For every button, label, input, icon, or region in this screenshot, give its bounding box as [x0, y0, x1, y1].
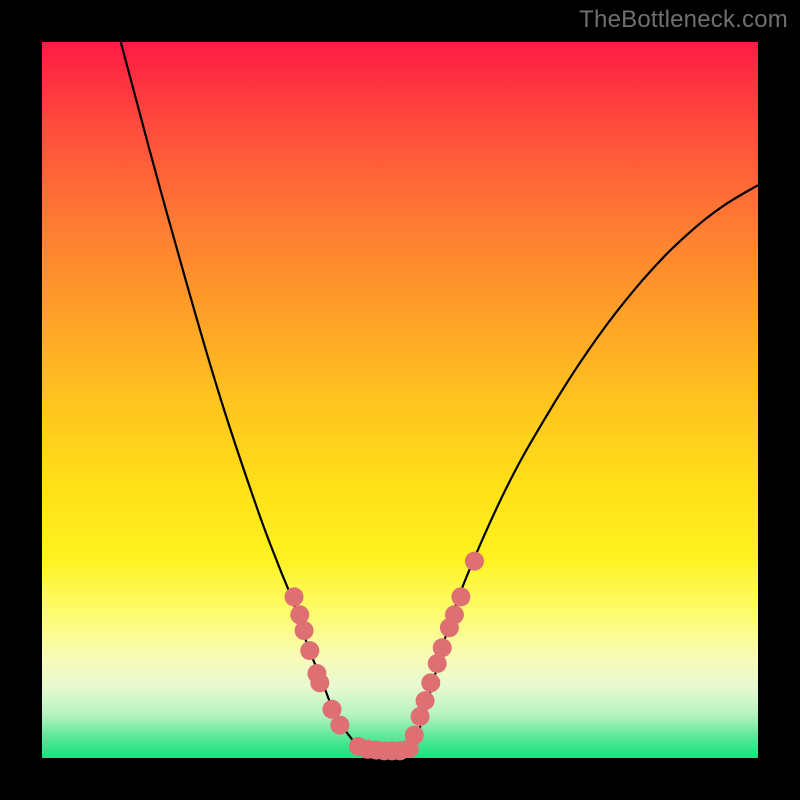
- data-dot: [310, 673, 329, 692]
- data-dot: [300, 641, 319, 660]
- data-dot: [451, 587, 470, 606]
- bottleneck-curve-svg: [42, 42, 758, 758]
- chart-frame: TheBottleneck.com: [0, 0, 800, 800]
- data-dot: [433, 638, 452, 657]
- data-dot: [445, 605, 464, 624]
- data-dot: [465, 552, 484, 571]
- data-dot: [421, 673, 440, 692]
- plot-area: [42, 42, 758, 758]
- watermark-text: TheBottleneck.com: [579, 6, 788, 34]
- data-dot: [405, 726, 424, 745]
- data-dots: [285, 552, 484, 761]
- data-dot: [330, 716, 349, 735]
- data-dot: [416, 691, 435, 710]
- data-dot: [295, 621, 314, 640]
- data-dot: [285, 587, 304, 606]
